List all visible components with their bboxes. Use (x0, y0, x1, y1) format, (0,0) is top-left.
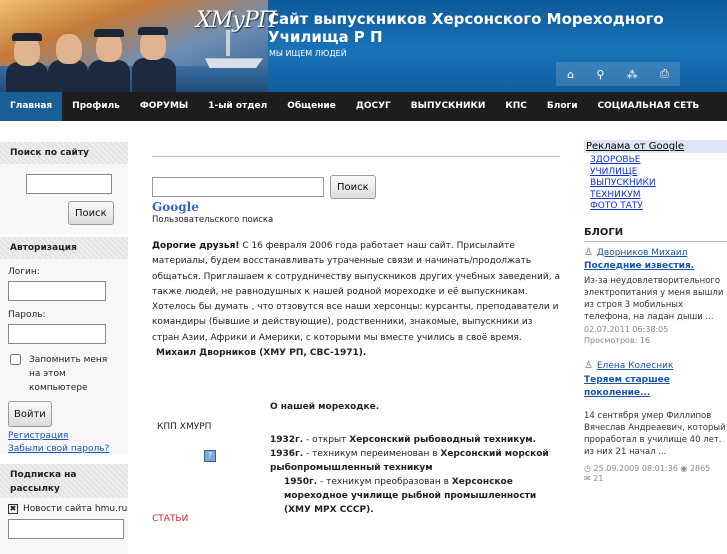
login-field[interactable] (8, 281, 106, 301)
nav-item-forums[interactable]: ФОРУМЫ (130, 92, 198, 121)
blog-post: ♙ Дворников Михаил Последние известия. И… (584, 246, 727, 345)
auth-title: Авторизация (0, 237, 128, 259)
clock-icon: ◷ (584, 463, 591, 473)
login-button[interactable]: Войти (8, 401, 52, 427)
subscribe-checkbox[interactable]: ✖ (8, 504, 18, 514)
site-search-title: Поиск по сайту (0, 142, 128, 164)
register-link[interactable]: Регистрация (8, 431, 68, 441)
site-search-input[interactable] (26, 174, 112, 194)
site-slogan: МЫ ИЩЕМ ЛЮДЕЙ (269, 49, 347, 58)
blogs-title: БЛОГИ (584, 227, 727, 242)
subscribe-block: Подписка на рассылку ✖ Новости сайта hmu… (0, 464, 128, 554)
nav-item-graduates[interactable]: ВЫПУСКНИКИ (401, 92, 496, 121)
site-logo[interactable]: ХМуРП (196, 8, 277, 33)
history-row: 1932г. - открыт Херсонский рыбоводный те… (270, 435, 537, 446)
post-date: 02.07.2011 06:38:05 (584, 324, 669, 334)
ad-link[interactable]: УЧИЛИЩЕ (584, 167, 727, 179)
post-date: 25.09.2009 08:01:36 (593, 463, 678, 473)
google-ads-links: ЗДОРОВЬЕ УЧИЛИЩЕ ВЫПУСКНИКИ ТЕХНИКУМ ФОТ… (584, 155, 727, 213)
post-meta: ◷ 25.09.2009 08:01:36 ◉ 2865 (584, 464, 727, 473)
kpp-image-label: КПП ХМУРП (157, 422, 212, 433)
broken-image-icon: ? (204, 450, 216, 463)
google-search-input[interactable] (152, 177, 324, 197)
ad-link[interactable]: ТЕХНИКУМ (584, 190, 727, 202)
remember-me-checkbox[interactable] (10, 354, 21, 365)
print-icon[interactable]: ⎙ (660, 67, 669, 81)
site-title[interactable]: Сайт выпускников Херсонского Мореходного… (268, 10, 724, 46)
post-comments: ✉ 21 (584, 473, 604, 483)
forgot-password-link[interactable]: Забыли свой пароль? (8, 444, 109, 454)
sitemap-icon[interactable]: ⁂ (627, 68, 638, 81)
site-search-block: Поиск по сайту Поиск (0, 142, 128, 234)
google-search-button[interactable]: Поиск (330, 175, 376, 199)
header-toolbar: ⌂ ⚲ ⁂ ⎙ (556, 62, 680, 86)
history-row: 1950г. - техникум преобразован в Херсонс… (284, 477, 537, 516)
nav-item-leisure[interactable]: ДОСУГ (346, 92, 401, 121)
intro-body: С 16 февраля 2006 года работает наш сайт… (152, 241, 560, 343)
eye-icon: ◉ (680, 463, 688, 473)
search-icon[interactable]: ⚲ (596, 68, 604, 81)
google-logo: Google (152, 200, 199, 214)
post-author-link[interactable]: Елена Колесник (597, 361, 674, 371)
left-sidebar: Поиск по сайту Поиск Авторизация Логин: … (0, 142, 128, 554)
header-banner-image: ХМуРП (0, 0, 277, 92)
post-title-link[interactable]: Последние известия. (584, 261, 727, 271)
blog-post: ♙ Елена Колесник Теряем старшее поколени… (584, 359, 727, 483)
ad-link[interactable]: ЗДОРОВЬЕ (584, 155, 727, 167)
post-views: 2865 (689, 463, 711, 473)
history-table: КПП ХМУРП ? О нашей мореходке. 1932г. - … (152, 402, 560, 515)
right-sidebar: Реклама от Google ЗДОРОВЬЕ УЧИЛИЩЕ ВЫПУС… (584, 140, 727, 483)
ad-link[interactable]: ФОТО ТАТУ (584, 201, 727, 213)
password-label: Пароль: (8, 310, 46, 320)
site-search-button[interactable]: Поиск (68, 201, 114, 225)
nav-item-communication[interactable]: Общение (277, 92, 346, 121)
intro-lead: Дорогие друзья! (152, 241, 240, 251)
post-excerpt: 14 сентября умер Филлипов Вячеслав Андре… (584, 410, 726, 457)
intro-signature: Михаил Дворников (ХМУ РП, СВС-1971). (156, 348, 367, 359)
auth-block: Авторизация Логин: Пароль: Запомнить мен… (0, 237, 128, 455)
nav-item-first-dept[interactable]: 1-ый отдел (198, 92, 277, 121)
intro-text: Дорогие друзья! С 16 февраля 2006 года р… (152, 239, 560, 361)
post-views: Просмотров: 16 (584, 335, 651, 345)
home-icon[interactable]: ⌂ (567, 68, 574, 81)
ad-link[interactable]: ВЫПУСКНИКИ (584, 178, 727, 190)
user-icon: ♙ (584, 359, 593, 371)
site-header: ХМуРП Сайт выпускников Херсонского Морех… (0, 0, 727, 92)
subscribe-option-label: Новости сайта hmu.ru (23, 504, 128, 514)
history-heading: О нашей мореходке. (270, 402, 380, 413)
subscribe-email-field[interactable] (8, 519, 124, 539)
nav-item-kps[interactable]: КПС (495, 92, 537, 121)
user-icon: ♙ (584, 246, 593, 258)
post-excerpt: Из-за неудовлетворительного электропитан… (584, 275, 724, 322)
password-field[interactable] (8, 324, 106, 344)
nav-item-blogs[interactable]: Блоги (537, 92, 588, 121)
remember-me-label: Запомнить меня на этом компьютере (29, 355, 108, 393)
post-author-link[interactable]: Дворников Михаил (597, 248, 687, 258)
main-content: Поиск Google Пользовательского поиска До… (152, 142, 560, 524)
main-nav: Главная Профиль ФОРУМЫ 1-ый отдел Общени… (0, 92, 727, 121)
comment-icon: ✉ (584, 473, 591, 483)
google-ads-title[interactable]: Реклама от Google (584, 140, 727, 153)
subscribe-title: Подписка на рассылку (0, 464, 128, 498)
nav-item-profile[interactable]: Профиль (62, 92, 130, 121)
post-title-link[interactable]: Теряем старшее поколение... (584, 374, 727, 400)
nav-item-social[interactable]: СОЦИАЛЬНАЯ СЕТЬ (588, 92, 710, 121)
content-divider (152, 156, 560, 157)
history-row: 1936г. - техникум переименован в Херсонс… (270, 449, 549, 474)
google-caption: Пользовательского поиска (152, 215, 274, 225)
nav-item-home[interactable]: Главная (0, 92, 63, 121)
login-label: Логин: (8, 267, 40, 277)
